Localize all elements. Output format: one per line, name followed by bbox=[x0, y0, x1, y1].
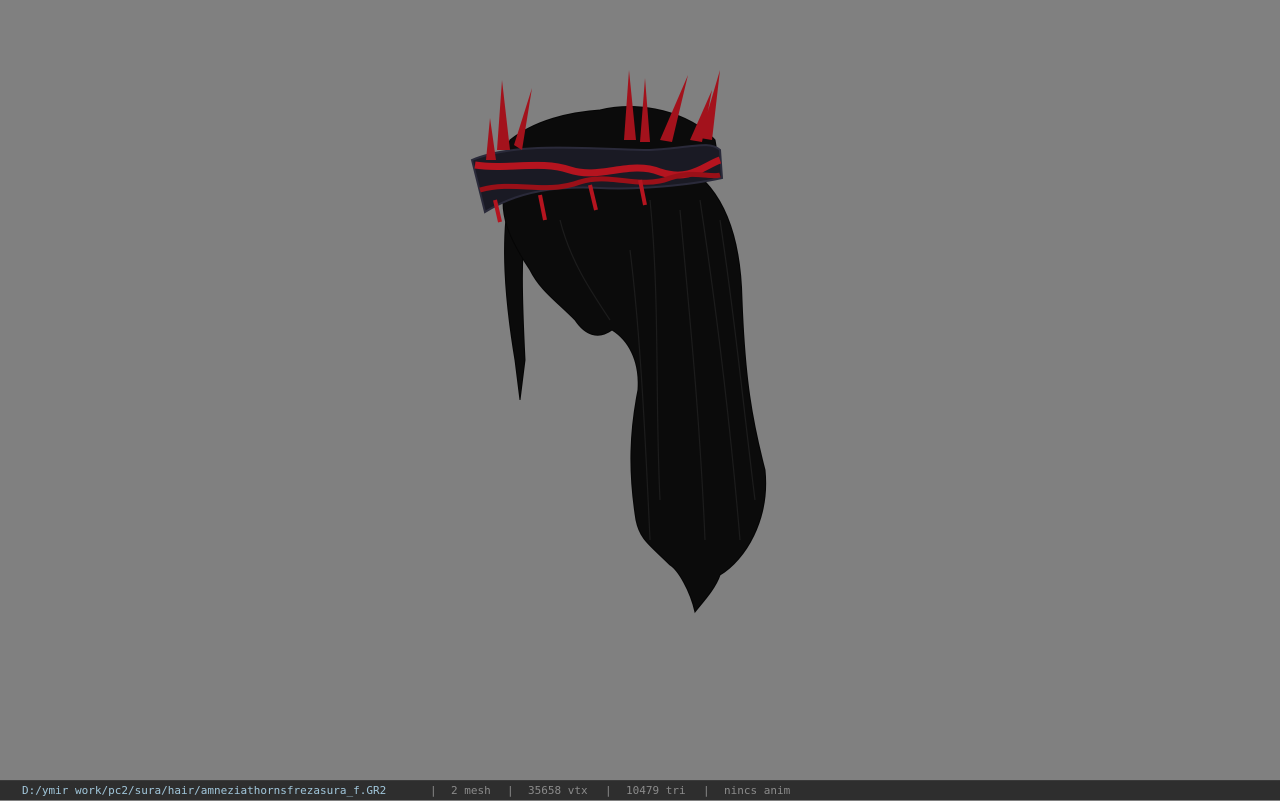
file-path-label: D:/ymir work/pc2/sura/hair/amneziathorns… bbox=[22, 784, 387, 797]
vertex-count-label: 35658 vtx bbox=[528, 784, 588, 797]
status-separator: | bbox=[703, 784, 710, 797]
3d-viewport[interactable] bbox=[0, 0, 1280, 780]
triangle-count-label: 10479 tri bbox=[626, 784, 686, 797]
mesh-count-label: 2 mesh bbox=[451, 784, 491, 797]
animation-status-label: nincs anim bbox=[724, 784, 791, 797]
status-separator: | bbox=[507, 784, 514, 797]
status-bar: D:/ymir work/pc2/sura/hair/amneziathorns… bbox=[0, 780, 1280, 800]
status-separator: | bbox=[430, 784, 437, 797]
hair-model-render bbox=[470, 70, 767, 614]
status-separator: | bbox=[605, 784, 612, 797]
